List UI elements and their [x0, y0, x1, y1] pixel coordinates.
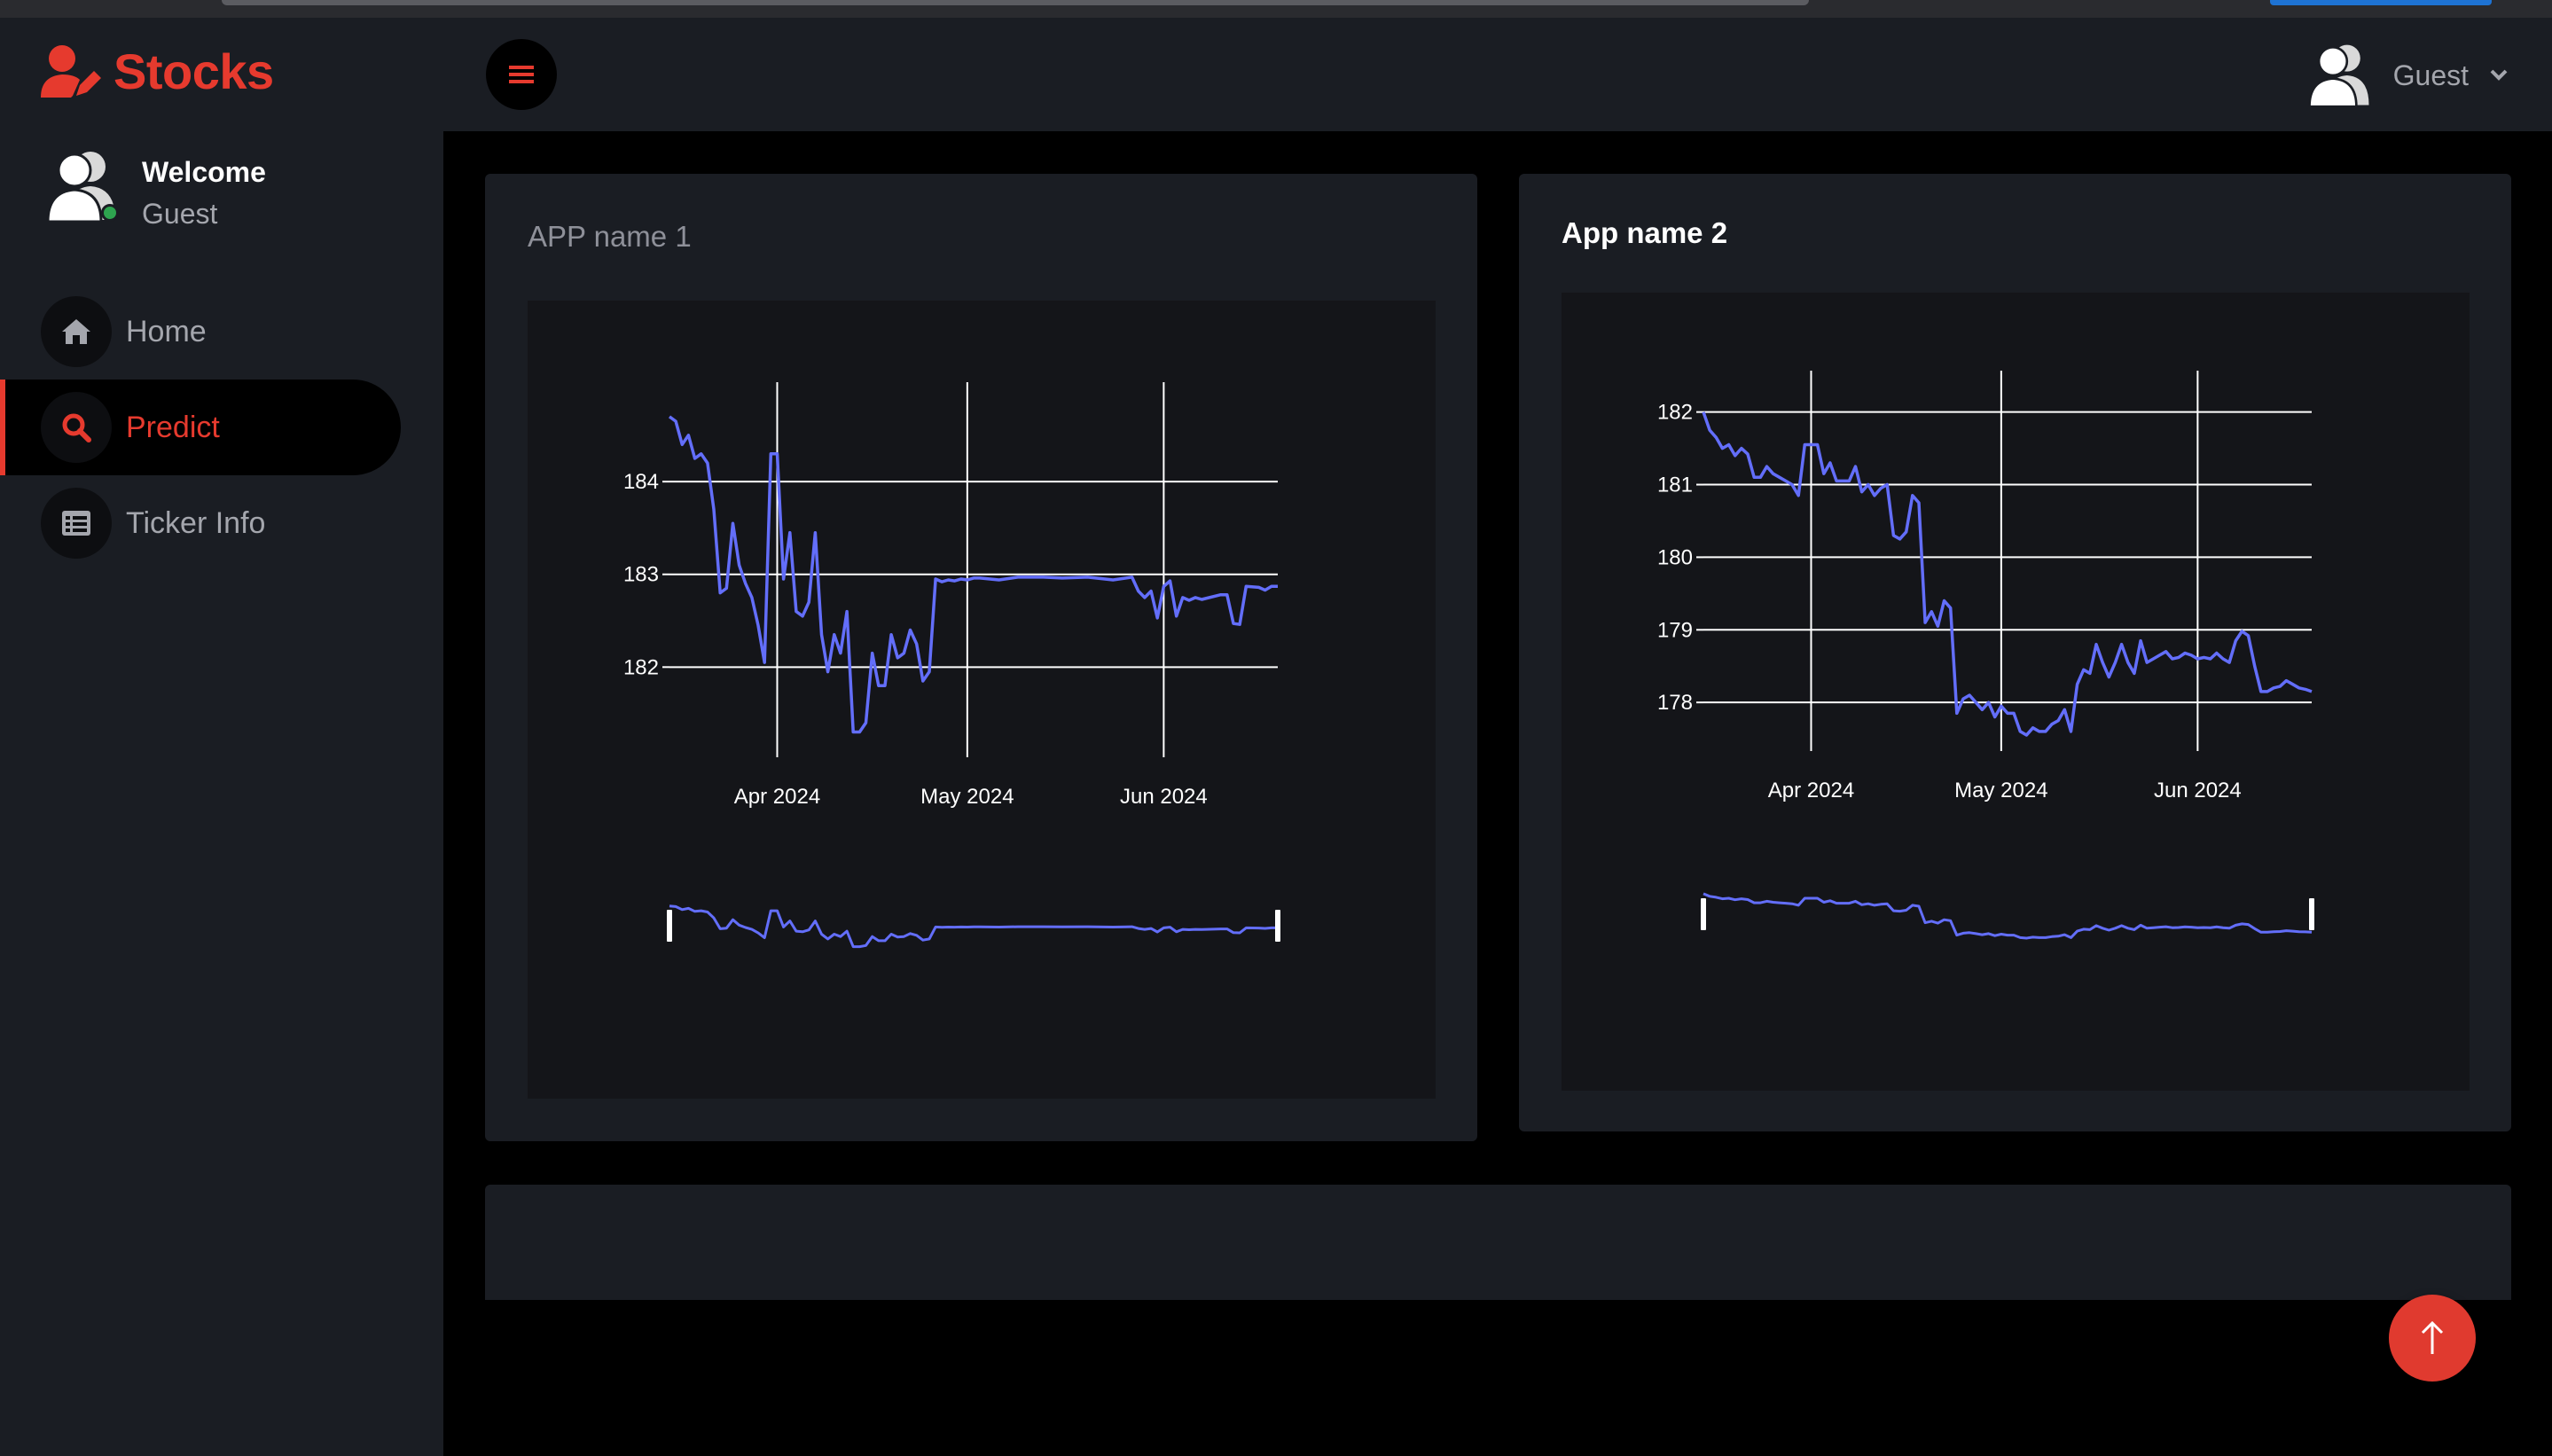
y-tick-label: 183: [623, 563, 659, 587]
y-tick-label: 178: [1657, 691, 1693, 715]
y-tick-label: 182: [623, 655, 659, 679]
users-icon: [2307, 44, 2369, 108]
card-title: APP name 1: [528, 220, 692, 253]
x-tick-label: May 2024: [920, 785, 1014, 809]
scroll-to-top-button[interactable]: [2389, 1295, 2476, 1382]
chart-card-2: App name 2 178 179 180 181 182 Apr 2024 May 20…: [1519, 174, 2511, 1131]
sidebar-item-label: Home: [126, 314, 207, 348]
sidebar-item-label: Predict: [126, 410, 220, 444]
x-tick-label: Apr 2024: [1768, 779, 1854, 802]
top-header: Guest: [443, 18, 2552, 131]
hamburger-icon: [509, 66, 534, 83]
user-edit-icon: [41, 44, 101, 98]
range-slider-line: [669, 904, 1278, 949]
y-tick-label: 180: [1657, 545, 1693, 569]
avatar: [46, 149, 119, 223]
sidebar: Stocks Welcome Guest Home Predict Ticker…: [0, 18, 443, 1456]
range-slider-handle-left[interactable]: [1701, 898, 1706, 930]
user-menu[interactable]: Guest: [2306, 43, 2508, 108]
y-tick-label: 179: [1657, 618, 1693, 642]
online-status-dot: [101, 204, 119, 222]
menu-toggle-button[interactable]: [486, 39, 557, 110]
line-chart[interactable]: 178 179 180 181 182 Apr 2024 May 2024 Jun 2024: [1562, 293, 2470, 1091]
address-bar[interactable]: [222, 0, 1809, 5]
card-title: App name 2: [1562, 216, 1728, 249]
plot-container: 178 179 180 181 182 Apr 2024 May 2024 Jun 2024: [1562, 293, 2470, 1091]
x-tick-label: May 2024: [1954, 779, 2047, 802]
x-tick-label: Jun 2024: [2154, 779, 2242, 802]
sidebar-item-predict[interactable]: Predict: [0, 380, 401, 475]
sidebar-item-ticker-info[interactable]: Ticker Info: [0, 475, 401, 571]
profile-name: Guest: [142, 198, 218, 230]
bottom-card: [485, 1185, 2511, 1300]
sidebar-item-home[interactable]: Home: [0, 284, 401, 380]
arrow-up-icon: [2421, 1320, 2444, 1354]
range-slider-handle-right[interactable]: [1275, 910, 1280, 942]
brand[interactable]: Stocks: [41, 43, 274, 100]
x-tick-label: Jun 2024: [1120, 785, 1208, 809]
user-profile: Welcome Guest: [46, 149, 266, 231]
brand-name: Stocks: [114, 43, 274, 99]
y-tick-label: 181: [1657, 474, 1693, 497]
y-tick-label: 184: [623, 470, 659, 494]
range-slider-handle-right[interactable]: [2309, 898, 2314, 930]
line-chart[interactable]: 182 183 184 Apr 2024 May 2024 Jun 2024: [528, 301, 1436, 1099]
list-icon: [41, 488, 112, 559]
sidebar-nav: Home Predict Ticker Info: [0, 284, 401, 571]
search-icon: [41, 392, 112, 463]
range-slider-handle-left[interactable]: [667, 910, 672, 942]
user-menu-label: Guest: [2392, 59, 2469, 91]
welcome-text: Welcome: [142, 156, 266, 188]
y-tick-label: 182: [1657, 401, 1693, 425]
browser-accent-bar: [2270, 0, 2492, 5]
browser-top-strip: [0, 0, 2552, 18]
home-icon: [41, 296, 112, 367]
chevron-down-icon: [2490, 69, 2508, 81]
x-tick-label: Apr 2024: [734, 785, 820, 809]
sidebar-item-label: Ticker Info: [126, 505, 266, 540]
plot-container: 182 183 184 Apr 2024 May 2024 Jun 2024: [528, 301, 1436, 1099]
range-slider-line: [1703, 892, 2313, 940]
series-line: [1702, 411, 2313, 737]
chart-card-1: APP name 1 182 183 184 Apr 2024 May 2024 Jun …: [485, 174, 1477, 1141]
